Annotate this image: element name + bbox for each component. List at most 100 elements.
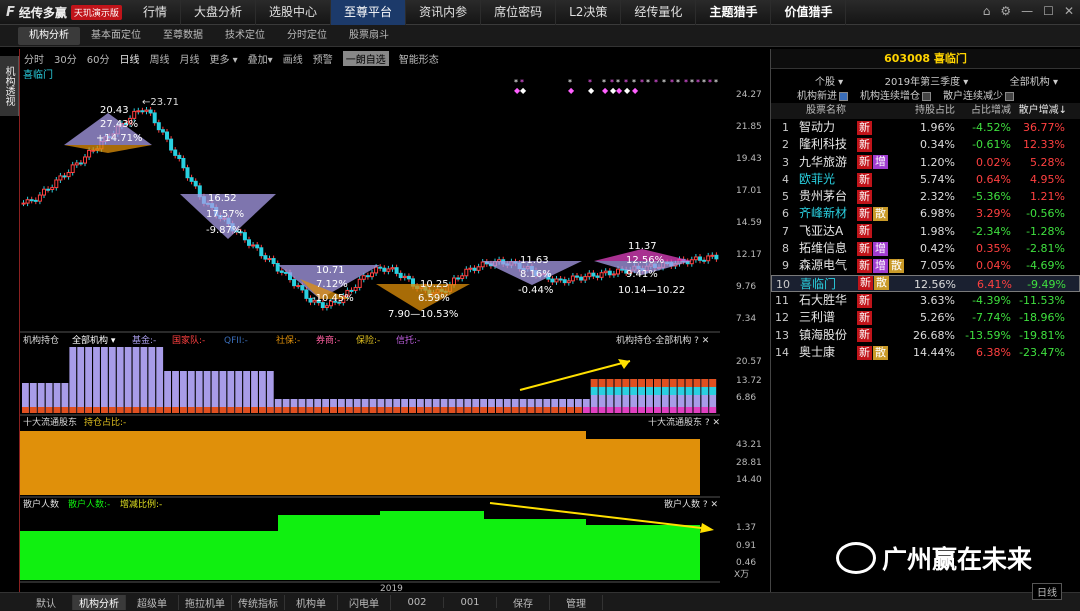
stock-name[interactable]: 拓维信息 — [789, 240, 857, 257]
toolbar-item-4[interactable]: 周线 — [149, 51, 169, 66]
checkbox[interactable] — [839, 91, 848, 101]
bottom-tab-4[interactable]: 传统指标 — [232, 594, 285, 610]
bottom-tab-0[interactable]: 默认 — [20, 594, 73, 610]
nav-item-8[interactable]: 主题猎手 — [696, 0, 772, 25]
candle-body — [50, 187, 55, 191]
close-icon[interactable]: ✕ — [1064, 4, 1074, 18]
subtab-0[interactable]: 机构分析 — [18, 26, 80, 45]
table-row[interactable]: 12 三利谱新 5.26% -7.74% -18.96% — [771, 309, 1080, 326]
panel1-bar-segment — [401, 407, 408, 413]
check-0[interactable]: 机构新进 — [797, 87, 848, 102]
vertical-tab-institution[interactable]: 机构透视 — [0, 56, 19, 116]
table-row[interactable]: 13 镇海股份新 26.68% -13.59% -19.81% — [771, 327, 1080, 344]
stock-name[interactable]: 森源电气 — [789, 257, 857, 274]
period-indicator[interactable]: 日线 — [1032, 583, 1062, 600]
nav-item-5[interactable]: 席位密码 — [481, 0, 557, 25]
table-row[interactable]: 1 智动力新 1.96% -4.52% 36.77% — [771, 119, 1080, 136]
toolbar-item-5[interactable]: 月线 — [179, 51, 199, 66]
panel1-bar-segment — [282, 407, 290, 413]
tri6-label: 12.56% — [626, 255, 664, 266]
table-row[interactable]: 11 石大胜华新 3.63% -4.39% -11.53% — [771, 292, 1080, 309]
toolbar-item-3[interactable]: 日线 — [119, 51, 139, 66]
home-icon[interactable]: ⌂ — [983, 4, 991, 18]
table-row[interactable]: 2 隆利科技新 0.34% -0.61% 12.33% — [771, 136, 1080, 153]
table-row[interactable]: 10 喜临门新散 12.56% 6.41% -9.49% — [771, 274, 1080, 292]
stock-name[interactable]: 齐峰新材 — [789, 205, 857, 222]
bottom-tab-6[interactable]: 闪电单 — [338, 594, 391, 610]
stock-name[interactable]: 三利谱 — [789, 309, 857, 326]
filter-dropdown-2[interactable]: 全部机构 ▾ — [1010, 73, 1058, 88]
minimize-icon[interactable]: — — [1021, 4, 1033, 18]
panel3-title: 散户人数 — [23, 498, 59, 510]
wechat-logo-icon — [836, 542, 876, 574]
candle-body — [374, 266, 379, 274]
table-row[interactable]: 7 飞亚达A 新 1.98% -2.34% -1.28% — [771, 223, 1080, 240]
toolbar-item-6[interactable]: 更多 ▾ — [209, 51, 237, 66]
signal-marker: * — [654, 78, 658, 87]
stock-name[interactable]: 镇海股份 — [789, 327, 857, 344]
table-row[interactable]: 4 欧菲光新 5.74% 0.64% 4.95% — [771, 171, 1080, 188]
panel1-bar-segment — [630, 407, 638, 413]
check-1[interactable]: 机构连续增仓 — [860, 87, 931, 102]
stock-name[interactable]: 智动力 — [789, 119, 857, 136]
toolbar-item-7[interactable]: 叠加▾ — [248, 51, 273, 66]
nav-item-1[interactable]: 大盘分析 — [181, 0, 257, 25]
bottom-tab-7[interactable]: 002 — [391, 596, 444, 608]
nav-item-2[interactable]: 选股中心 — [256, 0, 332, 25]
nav-item-6[interactable]: L2决策 — [556, 0, 622, 25]
subtab-1[interactable]: 基本面定位 — [80, 27, 152, 45]
nav-item-4[interactable]: 资讯内参 — [406, 0, 482, 25]
filter-dropdown-1[interactable]: 2019年第三季度 ▾ — [885, 73, 969, 88]
ratio-change: -5.36% — [972, 190, 1011, 204]
stock-name[interactable]: 欧菲光 — [789, 171, 857, 188]
bottom-tab-3[interactable]: 拖拉机单 — [179, 594, 232, 610]
table-row[interactable]: 14 奥士康新散 14.44% 6.38% -23.47% — [771, 344, 1080, 361]
header-name[interactable]: 股票名称 — [795, 103, 857, 119]
checkbox[interactable] — [922, 91, 931, 101]
smart-pattern-button[interactable]: 智能形态 — [399, 51, 439, 66]
bottom-tab-8[interactable]: 001 — [444, 596, 497, 608]
toolbar-item-0[interactable]: 分时 — [24, 51, 44, 66]
nav-item-0[interactable]: 行情 — [130, 0, 182, 25]
panel1-bar — [140, 347, 148, 413]
bottom-tab-10[interactable]: 管理 — [550, 594, 603, 610]
panel1-bar-segment — [677, 379, 685, 387]
maximize-icon[interactable]: ☐ — [1043, 4, 1054, 18]
stock-name[interactable]: 贵州茅台 — [789, 188, 857, 205]
filter-dropdown-0[interactable]: 个股 ▾ — [815, 73, 843, 88]
table-row[interactable]: 8 拓维信息新增 0.42% 0.35% -2.81% — [771, 240, 1080, 257]
header-ratio[interactable]: 持股占比 — [903, 103, 955, 119]
subtab-4[interactable]: 分时定位 — [276, 27, 338, 45]
stock-name[interactable]: 石大胜华 — [789, 292, 857, 309]
watchlist-select[interactable]: 一朗自选 — [342, 50, 389, 66]
toolbar-item-1[interactable]: 30分 — [54, 51, 77, 66]
stock-name[interactable]: 九华旅游 — [789, 154, 857, 171]
nav-item-9[interactable]: 价值猎手 — [771, 0, 847, 25]
table-row[interactable]: 9 森源电气新增散 7.05% 0.04% -4.69% — [771, 257, 1080, 274]
nav-item-7[interactable]: 经传量化 — [621, 0, 697, 25]
bottom-tab-5[interactable]: 机构单 — [285, 594, 338, 610]
stock-name[interactable]: 隆利科技 — [789, 136, 857, 153]
stock-name[interactable]: 喜临门 — [790, 276, 858, 291]
stock-name[interactable]: 飞亚达A — [789, 223, 857, 240]
bottom-tab-1[interactable]: 机构分析 — [73, 594, 126, 610]
table-row[interactable]: 3 九华旅游新增 1.20% 0.02% 5.28% — [771, 154, 1080, 171]
toolbar-item-9[interactable]: 预警 — [313, 51, 333, 66]
header-ratio-change[interactable]: 占比增减 — [955, 103, 1011, 119]
bottom-tab-2[interactable]: 超级单 — [126, 594, 179, 610]
settings-icon[interactable]: ⚙ — [1000, 4, 1011, 18]
check-2[interactable]: 散户连续减少 — [943, 87, 1014, 102]
toolbar-item-2[interactable]: 60分 — [87, 51, 110, 66]
stock-name[interactable]: 奥士康 — [789, 344, 857, 361]
checkbox[interactable] — [1005, 91, 1014, 101]
table-row[interactable]: 5 贵州茅台新 2.32% -5.36% 1.21% — [771, 188, 1080, 205]
toolbar-item-8[interactable]: 画线 — [283, 51, 303, 66]
bottom-tab-9[interactable]: 保存 — [497, 594, 550, 610]
subtab-3[interactable]: 技术定位 — [214, 27, 276, 45]
subtab-2[interactable]: 至尊数据 — [152, 27, 214, 45]
nav-item-3[interactable]: 至尊平台 — [331, 0, 407, 25]
subtab-5[interactable]: 股票扇斗 — [338, 27, 400, 45]
table-row[interactable]: 6 齐峰新材新散 6.98% 3.29% -0.56% — [771, 205, 1080, 222]
header-retail-change[interactable]: 散户增减↓ — [1011, 103, 1071, 119]
chart-canvas[interactable]: 喜临门 24.27 21.85 19.43 17.01 14.59 12.17 9.76 7.3… — [20, 49, 770, 592]
